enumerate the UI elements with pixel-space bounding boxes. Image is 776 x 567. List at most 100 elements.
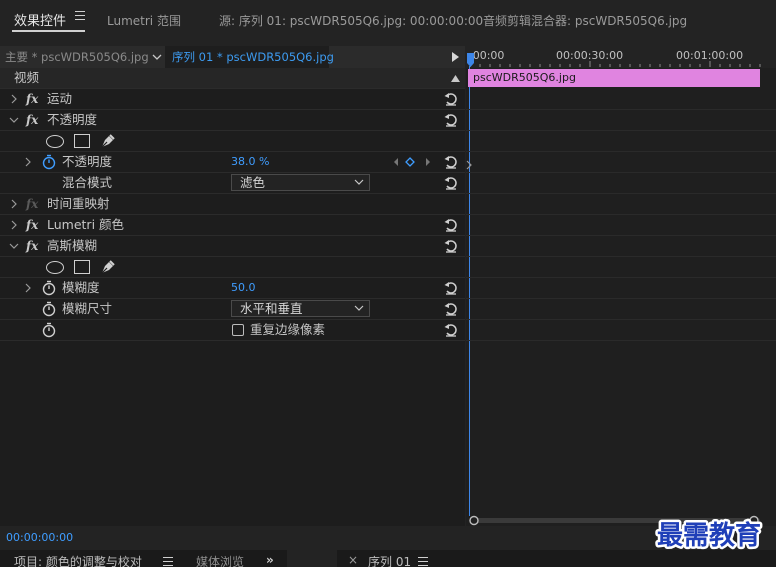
fx-icon[interactable]: fx [26,110,38,130]
timeline-row-divider [466,340,776,341]
tab-effect-controls[interactable]: 效果控件 [14,10,66,29]
timeline-row-divider [466,109,776,110]
reset-icon[interactable] [444,281,458,295]
video-section-header: 视频 [0,68,465,89]
rectangle-mask-icon[interactable] [74,260,90,274]
chevron-right-icon[interactable] [9,220,19,230]
timeline-row-divider [466,319,776,320]
chevron-down-icon[interactable] [9,241,19,251]
current-timecode[interactable]: 00:00:00:00 [6,531,73,544]
playhead-line [469,66,470,516]
clip-name: pscWDR505Q6.jpg [473,71,576,84]
blurriness-value[interactable]: 50.0 [231,278,256,298]
close-icon[interactable]: × [348,553,358,567]
reset-icon[interactable] [444,302,458,316]
param-row-blur-dimensions: 模糊尺寸 水平和垂直 [0,299,465,320]
sequence-clip-label[interactable]: 序列 01 * pscWDR505Q6.jpg [165,46,334,68]
motion-label: 运动 [47,91,73,106]
tab-media-browser[interactable]: 媒体浏览 [196,553,244,567]
tab-project[interactable]: 项目: 颜色的调整与校对 [14,553,142,567]
keyframe-marker-icon[interactable] [466,160,472,170]
watermark-logo: 最需教育 最需教育 [654,518,763,554]
chevron-right-icon[interactable] [9,199,19,209]
timeline-row-divider [466,256,776,257]
stopwatch-icon[interactable] [42,280,56,296]
playhead-icon[interactable] [467,53,474,67]
effect-row-opacity[interactable]: fx 不透明度 [0,110,465,131]
reset-icon[interactable] [444,113,458,127]
panel-menu-icon[interactable] [75,11,85,21]
chevron-right-icon[interactable] [9,94,19,104]
fx-icon[interactable]: fx [26,236,38,256]
opacity-label: 不透明度 [47,112,98,127]
blur-dimensions-value: 水平和垂直 [240,301,303,316]
chevron-down-icon [354,305,364,311]
tab-audio-clip-mixer[interactable]: 音频剪辑混合器: pscWDR505Q6.jpg [483,12,687,29]
opacity-value[interactable]: 38.0 % [231,152,269,172]
effect-row-motion[interactable]: fx 运动 [0,89,465,110]
effect-controls-panel: 主要 * pscWDR505Q6.jpg 序列 01 * pscWDR505Q6… [0,46,465,526]
collapse-up-icon[interactable] [451,75,460,82]
chevron-down-icon [354,179,364,185]
clip-bar[interactable]: pscWDR505Q6.jpg [468,69,760,87]
effect-row-lumetri[interactable]: fx Lumetri 颜色 [0,215,465,236]
ellipse-mask-icon[interactable] [46,135,64,148]
play-icon[interactable] [452,52,459,62]
video-header-label: 视频 [14,70,40,85]
reset-icon[interactable] [444,176,458,190]
active-tab-underline [12,30,85,32]
panel-menu-icon[interactable] [163,557,173,567]
repeat-edge-checkbox[interactable] [232,324,244,336]
timeline-row-divider [466,193,776,194]
effect-row-time-remap[interactable]: fx 时间重映射 [0,194,465,215]
tab-sequence[interactable]: 序列 01 [368,553,411,567]
time-remap-label: 时间重映射 [47,196,110,211]
stopwatch-icon[interactable] [42,322,56,338]
timeline-row-divider [466,214,776,215]
timeline-row-divider [466,130,776,131]
tab-source-monitor[interactable]: 源: 序列 01: pscWDR505Q6.jpg: 00:00:00:00 [219,12,483,29]
lumetri-label: Lumetri 颜色 [47,217,125,232]
ruler-ticks [470,61,761,67]
timeline-row-divider [466,298,776,299]
reset-icon[interactable] [444,239,458,253]
keyframe-navigator[interactable] [392,156,434,168]
stopwatch-icon[interactable] [42,301,56,317]
effect-timeline: :00:00 00:00:30:00 00:01:00:00 pscWDR505… [466,46,776,526]
timeline-row-divider [466,151,776,152]
blend-mode-dropdown[interactable]: 滤色 [231,174,370,191]
param-row-blurriness[interactable]: 模糊度 50.0 [0,278,465,299]
fx-icon[interactable]: fx [26,89,38,109]
blur-dimensions-dropdown[interactable]: 水平和垂直 [231,300,370,317]
fx-icon: fx [26,197,39,211]
blend-mode-value: 滤色 [240,175,266,190]
blend-mode-label: 混合模式 [62,175,113,190]
timeline-row-divider [466,235,776,236]
tab-lumetri-scopes[interactable]: Lumetri 范围 [107,12,181,29]
stopwatch-icon-active[interactable] [42,154,56,170]
timeline-row-divider [466,277,776,278]
gaussian-blur-label: 高斯模糊 [47,238,98,253]
reset-icon[interactable] [444,155,458,169]
time-ruler[interactable]: :00:00 00:00:30:00 00:01:00:00 [466,46,776,68]
master-clip-label[interactable]: 主要 * pscWDR505Q6.jpg [5,46,149,68]
reset-icon[interactable] [444,323,458,337]
opacity-param-label: 不透明度 [62,154,113,169]
repeat-edge-label: 重复边缘像素 [250,322,326,337]
panel-menu-icon[interactable] [418,557,428,567]
chevron-down-icon[interactable] [9,115,19,125]
more-tabs-icon[interactable]: » [266,553,274,567]
chevron-right-icon[interactable] [23,157,33,167]
ellipse-mask-icon[interactable] [46,261,64,274]
effect-row-gaussian-blur[interactable]: fx 高斯模糊 [0,236,465,257]
chevron-down-icon[interactable] [150,50,164,64]
reset-icon[interactable] [444,92,458,106]
pen-icon[interactable] [100,133,116,149]
fx-icon[interactable]: fx [26,215,38,235]
param-row-opacity[interactable]: 不透明度 38.0 % [0,152,465,173]
reset-icon[interactable] [444,218,458,232]
rectangle-mask-icon[interactable] [74,134,90,148]
mask-tools-row [0,257,465,278]
pen-icon[interactable] [100,259,116,275]
chevron-right-icon[interactable] [23,283,33,293]
